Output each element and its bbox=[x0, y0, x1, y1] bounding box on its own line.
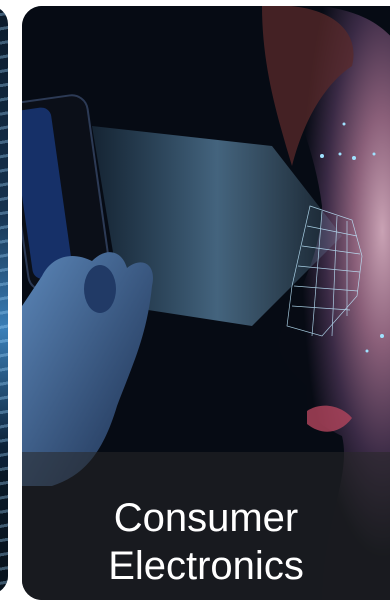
previous-card-caption-strip bbox=[0, 468, 8, 594]
previous-category-card[interactable] bbox=[0, 6, 8, 594]
category-carousel: Consumer Electronics bbox=[0, 0, 390, 606]
category-card-consumer-electronics[interactable]: Consumer Electronics bbox=[22, 6, 390, 600]
category-caption: Consumer Electronics bbox=[22, 494, 390, 590]
caption-line-2: Electronics bbox=[108, 544, 304, 588]
caption-line-1: Consumer bbox=[113, 496, 299, 540]
